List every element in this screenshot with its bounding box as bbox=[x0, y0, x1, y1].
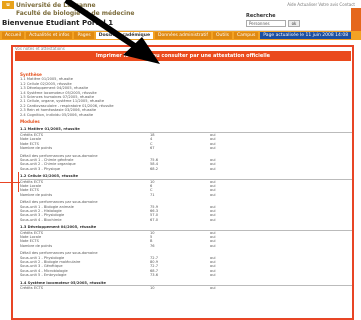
arrow-shaft bbox=[64, 0, 144, 54]
annotation-arrow bbox=[64, 0, 160, 64]
